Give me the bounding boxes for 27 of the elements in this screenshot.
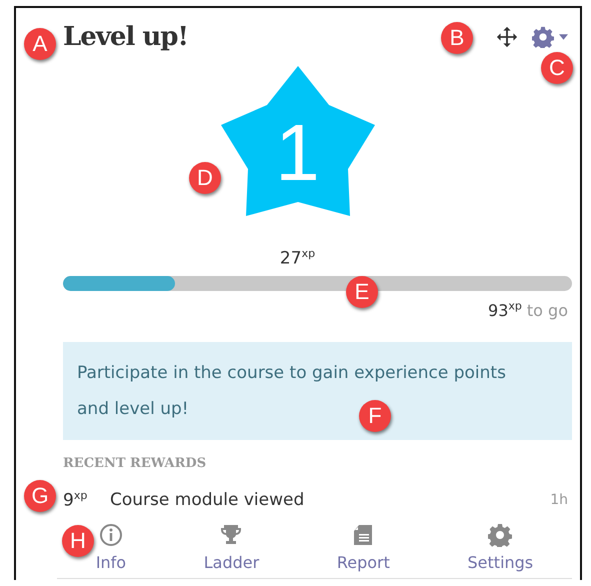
nav-link[interactable]: Report xyxy=(336,552,390,572)
nav-link[interactable]: Settings xyxy=(468,552,534,572)
section-heading: RECENT REWARDS xyxy=(63,456,208,471)
nav-link[interactable]: Ladder xyxy=(204,552,260,572)
points-remaining: 93$^{xp}$ xyxy=(488,300,522,320)
callout-marker: H xyxy=(62,525,94,557)
callout-marker: E xyxy=(346,276,378,308)
move-icon[interactable] xyxy=(496,26,518,48)
block-title: Level up! xyxy=(63,22,188,52)
callout-marker: A xyxy=(24,28,56,60)
callout-marker: B xyxy=(441,22,473,54)
settings-icon xyxy=(488,522,512,547)
points-total: 27$^{xp}$ xyxy=(280,246,316,270)
caret-icon xyxy=(559,34,568,40)
remaining-label: to go xyxy=(526,300,568,320)
reward-time: 1h xyxy=(550,492,568,508)
info-icon xyxy=(98,522,123,547)
callout-marker: C xyxy=(541,52,573,84)
settings-icon xyxy=(532,26,554,48)
callout-marker: D xyxy=(189,162,221,194)
settings-menu[interactable] xyxy=(532,26,568,48)
callout-marker: G xyxy=(24,480,56,512)
reward-points: 9$^{xp}$ xyxy=(63,488,88,511)
level-number: 1 xyxy=(275,113,320,193)
reward-description: Course module viewed xyxy=(110,490,306,510)
trophy-icon xyxy=(219,522,244,547)
nav-link[interactable]: Info xyxy=(96,552,126,572)
